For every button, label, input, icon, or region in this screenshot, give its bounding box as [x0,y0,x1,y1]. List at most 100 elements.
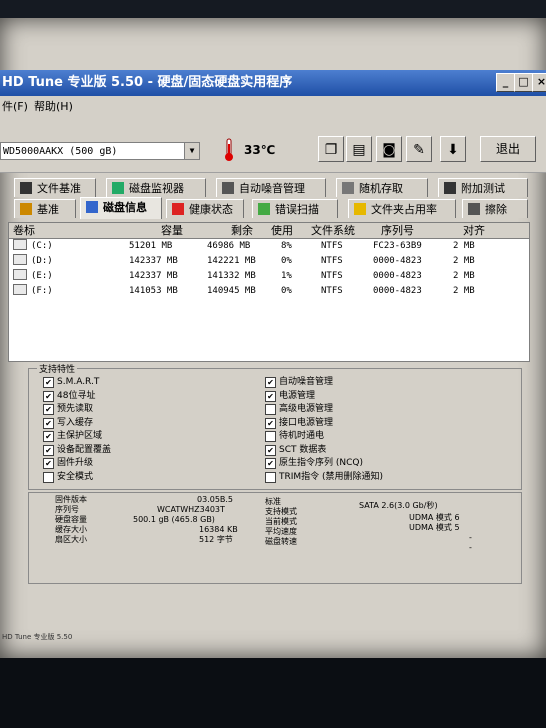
checkbox-checked[interactable]: ✔ [43,431,54,442]
features-group: 支持特性 ✔ S.M.A.R.T ✔ 48位寻址 ✔ 预先读取 ✔ 写入缓存 ✔ 主保护区域 ✔ 设备… [28,362,522,490]
feature-label: 设备配置覆盖 [57,444,112,455]
col-alignment[interactable]: 对齐 [463,223,485,238]
cell: 46986 MB [207,241,251,251]
maximize-button[interactable]: □ [514,73,533,92]
magnifier-icon [258,203,270,215]
cell: (E:) [31,271,53,281]
cell: 0000-4823 [373,271,422,281]
table-row[interactable]: (E:) 142337 MB 141332 MB 1% NTFS 0000-48… [9,269,529,284]
serial-label: 序列号 [55,505,79,514]
copy-icon[interactable]: ❐ [318,136,344,162]
title-bar: HD Tune 专业版 5.50 - 硬盘/固态硬盘实用程序 _ □ × [0,70,546,96]
drive-select[interactable]: WD5000AAKX (500 gB) ▼ [0,142,200,160]
col-label[interactable]: 卷标 [13,223,35,238]
feature-label: SCT 数据表 [279,444,327,455]
cell: 142221 MB [207,256,256,266]
tab-disk-info[interactable]: 磁盘信息 [80,197,162,219]
tab-folder-usage[interactable]: 文件夹占用率 [348,199,456,218]
cell: (D:) [31,256,53,266]
tab-health[interactable]: 健康状态 [166,199,244,218]
status-text: HD Tune 专业版 5.50 [2,633,73,641]
checkbox-unchecked[interactable] [265,431,276,442]
menu-help[interactable]: 帮助(H) [34,96,73,118]
drive-icon [13,254,27,265]
cache-label: 缓存大小 [55,525,87,534]
table-row[interactable]: (D:) 142337 MB 142221 MB 0% NTFS 0000-48… [9,254,529,269]
avg-speed-label: 平均速度 [265,527,297,536]
col-serial[interactable]: 序列号 [381,223,414,238]
avg-speed-value: - [469,533,472,542]
tab-file-benchmark[interactable]: 文件基准 [14,178,96,197]
supported-mode-value: UDMA 模式 6 [409,513,460,522]
minimize-button[interactable]: _ [496,73,515,92]
tab-aam[interactable]: 自动噪音管理 [216,178,326,197]
feature-label: 固件升级 [57,458,94,468]
rpm-value: - [469,543,472,552]
table-row[interactable]: (C:) 51201 MB 46986 MB 8% NTFS FC23-63B9… [9,239,529,254]
cell: 2 MB [453,256,475,266]
checkbox-checked[interactable]: ✔ [43,377,54,388]
feature-label: 高级电源管理 [279,404,334,414]
close-button[interactable]: × [532,73,546,92]
temperature-readout: 33℃ [244,143,276,157]
cell: 51201 MB [129,241,173,251]
list-header: 卷标 容量 剩余 使用 文件系统 序列号 对齐 [9,223,529,239]
feature-label: 预先读取 [57,404,94,414]
drive-icon [13,239,27,250]
eraser-icon [468,203,480,215]
checkbox-checked[interactable]: ✔ [265,377,276,388]
volume-list[interactable]: 卷标 容量 剩余 使用 文件系统 序列号 对齐 (C:) 51201 MB 46… [8,222,530,362]
chevron-down-icon[interactable]: ▼ [184,143,199,159]
cell: (C:) [31,241,53,251]
menu-bar: 件(F) 帮助(H) [0,96,546,118]
checkbox-unchecked[interactable] [43,471,54,483]
col-used[interactable]: 使用 [271,223,293,238]
checkbox-checked[interactable]: ✔ [43,404,54,415]
checkbox-unchecked[interactable] [265,404,276,415]
menu-file[interactable]: 件(F) [2,96,28,118]
tab-erase[interactable]: 擦除 [462,199,528,218]
toolbar: WD5000AAKX (500 gB) ▼ 33℃ ❐ ▤ ◙ ✎ ⬇ 退出 [0,118,546,173]
tab-disk-monitor[interactable]: 磁盘监视器 [106,178,206,197]
feature-label: 原生指令序列 (NCQ) [279,458,363,468]
tab-error-scan[interactable]: 错误扫描 [252,199,338,218]
col-filesystem[interactable]: 文件系统 [311,223,355,238]
checkbox-checked[interactable]: ✔ [43,444,54,456]
checkbox-checked[interactable]: ✔ [43,390,54,402]
firmware-label: 固件版本 [55,495,87,504]
monitor-icon [112,182,124,194]
feature-label: 接口电源管理 [279,417,334,428]
table-row[interactable]: (F:) 141053 MB 140945 MB 0% NTFS 0000-48… [9,284,529,299]
cell: 0000-4823 [373,256,422,266]
checkbox-checked[interactable]: ✔ [265,444,276,456]
tab-extra-tests[interactable]: 附加测试 [438,178,528,197]
camera-icon[interactable]: ◙ [376,136,402,162]
checkbox-checked[interactable]: ✔ [265,458,276,469]
capacity-value: 500.1 gB (465.8 GB) [133,515,215,524]
checkbox-checked[interactable]: ✔ [43,417,54,429]
download-icon[interactable]: ⬇ [440,136,466,162]
tools-icon[interactable]: ✎ [406,136,432,162]
col-free[interactable]: 剩余 [231,223,253,238]
cell: 142337 MB [129,271,178,281]
tab-benchmark[interactable]: 基准 [14,199,76,218]
info-icon [86,201,98,213]
drive-select-value: WD5000AAKX (500 gB) [3,146,118,157]
checkbox-checked[interactable]: ✔ [43,458,54,469]
exit-button[interactable]: 退出 [480,136,536,162]
window-title: HD Tune 专业版 5.50 - 硬盘/固态硬盘实用程序 [2,75,293,90]
random-icon [342,182,354,194]
cell: 2 MB [453,271,475,281]
checkbox-unchecked[interactable] [265,471,276,483]
copy2-icon[interactable]: ▤ [346,136,372,162]
cell: FC23-63B9 [373,241,422,251]
checkbox-checked[interactable]: ✔ [265,390,276,402]
cache-value: 16384 KB [199,525,238,534]
rpm-label: 磁盘转速 [265,537,297,546]
checkbox-checked[interactable]: ✔ [265,417,276,429]
tab-random-access[interactable]: 随机存取 [336,178,428,197]
cell: 141332 MB [207,271,256,281]
feature-label: 待机时通电 [279,431,325,441]
col-capacity[interactable]: 容量 [161,223,183,238]
folder-icon [354,203,366,215]
